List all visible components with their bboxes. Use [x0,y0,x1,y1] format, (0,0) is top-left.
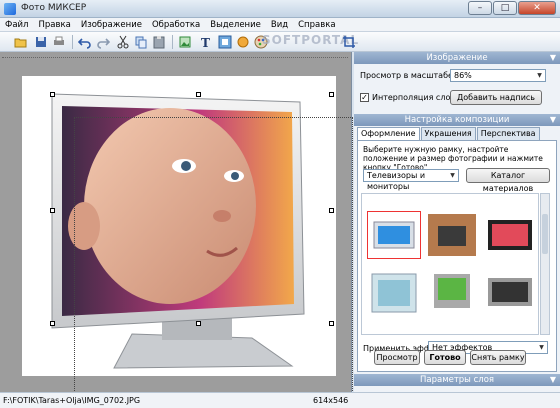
app-icon [4,3,16,15]
image-panel-title: Изображение [426,53,488,63]
composition-tabs: Оформление Украшения Перспектива [357,127,541,140]
open-folder-icon[interactable] [14,35,28,49]
menu-edit[interactable]: Правка [33,18,75,31]
image-dimensions: 614x546 [313,396,349,405]
file-path: F:\FOTIK\Taras+Olja\IMG_0702.JPG [3,396,141,405]
window-controls: – □ ✕ [467,1,556,16]
add-caption-button[interactable]: Добавить надпись [450,90,542,105]
frame-thumbnail[interactable] [486,214,534,256]
category-value: Телевизоры и мониторы [367,171,426,191]
menu-help[interactable]: Справка [293,18,340,31]
toolbar-separator [172,35,173,49]
remove-frame-button[interactable]: Снять рамку [470,350,526,365]
resize-handle[interactable] [196,92,201,97]
print-icon[interactable] [52,35,66,49]
preview-button[interactable]: Просмотр [374,350,420,365]
text-icon[interactable]: T [198,35,212,49]
zoom-select[interactable]: 86% ▼ [450,69,546,82]
canvas-area[interactable] [0,52,353,399]
catalog-button[interactable]: Каталог материалов [466,168,550,193]
image-panel-header[interactable]: Изображение ▼ [354,52,560,64]
svg-text:T: T [201,36,210,49]
gallery-scrollbar[interactable] [540,193,550,335]
maximize-button[interactable]: □ [493,1,517,15]
undo-icon[interactable] [78,35,92,49]
composition-panel-title: Настройка композиции [404,115,510,125]
redo-icon[interactable] [96,35,110,49]
tab-decorations[interactable]: Украшения [420,127,476,140]
frame-icon[interactable] [218,35,232,49]
minimize-button[interactable]: – [468,1,492,15]
right-panel: Изображение ▼ Просмотр в масштабе 86% ▼ … [354,52,560,392]
chevron-down-icon: ▼ [539,344,544,351]
scrollbar-thumb[interactable] [542,214,548,254]
canvas-guide [2,54,348,58]
menu-image[interactable]: Изображение [76,18,147,31]
menu-file[interactable]: Файл [0,18,33,31]
interpolation-checkbox[interactable]: ✓ [360,93,369,102]
zoom-value: 86% [454,71,472,80]
copy-icon[interactable] [134,35,148,49]
category-select[interactable]: Телевизоры и мониторы ▼ [363,169,459,191]
toolbar-separator [72,35,73,49]
close-button[interactable]: ✕ [518,1,556,15]
tab-content: Выберите нужную рамку, настройте положен… [357,140,557,372]
interpolation-label: Интерполяция слоёв [372,93,460,102]
title-bar: Фото МИКСЕР – □ ✕ [0,0,560,18]
collapse-arrow-icon[interactable]: ▼ [550,374,556,386]
chevron-down-icon: ▼ [537,72,542,79]
layer-panel-header[interactable]: Параметры слоя ▼ [354,374,560,386]
save-icon[interactable] [34,35,48,49]
zoom-label: Просмотр в масштабе [360,71,453,80]
resize-handle[interactable] [329,321,334,326]
status-bar: F:\FOTIK\Taras+Olja\IMG_0702.JPG 614x546 [0,392,560,408]
paste-icon[interactable] [152,35,166,49]
resize-handle[interactable] [50,208,55,213]
collapse-arrow-icon[interactable]: ▼ [550,114,556,126]
done-button[interactable]: Готово [424,350,466,365]
frame-gallery [361,193,539,335]
crop-icon[interactable] [342,35,356,49]
chevron-down-icon: ▼ [450,172,455,179]
frame-thumbnail[interactable] [370,272,418,314]
toolbar: T SOFTPORTAL [0,32,560,52]
effects-icon[interactable] [236,35,250,49]
resize-handle[interactable] [50,92,55,97]
menu-process[interactable]: Обработка [147,18,205,31]
frame-thumbnail[interactable] [367,211,421,259]
window-title: Фото МИКСЕР [21,3,87,13]
image-icon[interactable] [178,35,192,49]
menu-select[interactable]: Выделение [205,18,266,31]
menu-view[interactable]: Вид [266,18,293,31]
collapse-arrow-icon[interactable]: ▼ [550,52,556,64]
frame-thumbnail[interactable] [428,272,476,314]
selection-box[interactable] [74,117,353,399]
frame-thumbnail[interactable] [428,214,476,256]
frame-thumbnail[interactable] [486,272,534,314]
menu-bar: Файл Правка Изображение Обработка Выделе… [0,18,560,32]
tab-perspective[interactable]: Перспектива [476,127,540,140]
resize-handle[interactable] [50,321,55,326]
composition-panel-header[interactable]: Настройка композиции ▼ [354,114,560,126]
tab-design[interactable]: Оформление [357,127,420,140]
resize-handle[interactable] [329,208,334,213]
resize-handle[interactable] [329,92,334,97]
layer-panel-title: Параметры слоя [419,375,495,385]
resize-handle[interactable] [196,321,201,326]
cut-icon[interactable] [116,35,130,49]
image-canvas[interactable] [22,76,353,399]
